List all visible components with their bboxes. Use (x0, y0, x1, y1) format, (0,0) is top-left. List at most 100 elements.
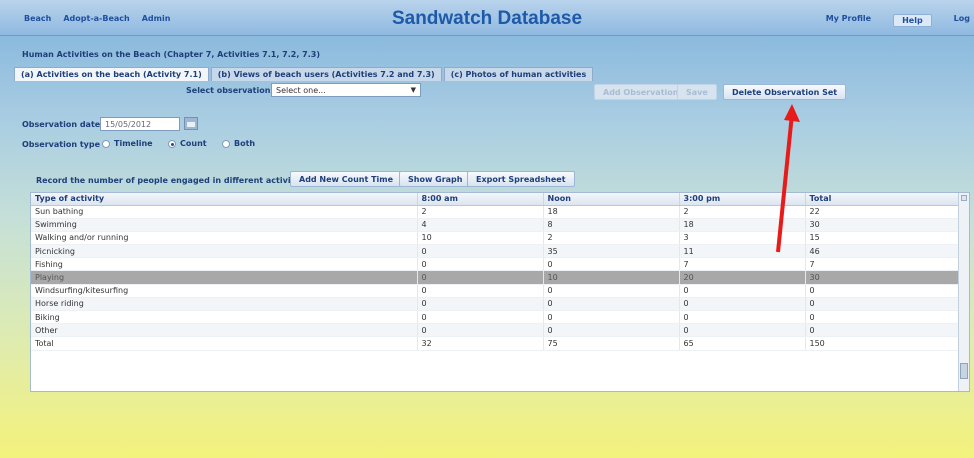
cell-noon[interactable]: 0 (543, 323, 680, 338)
table-row[interactable]: Windsurfing/kitesurfing 0 0 0 0 (31, 284, 960, 298)
radio-dot (222, 139, 230, 148)
tab-photos[interactable]: (c) Photos of human activities (443, 67, 594, 81)
cell-8am[interactable]: 0 (417, 323, 544, 338)
cell-total[interactable]: 0 (805, 310, 960, 325)
cell-8am[interactable]: 0 (417, 257, 544, 272)
cell-8am[interactable]: 0 (417, 310, 544, 325)
calendar-icon[interactable] (184, 117, 198, 130)
cell-total[interactable]: 46 (805, 244, 960, 259)
table-body: Sun bathing 2 18 2 22 Swimming 4 8 18 30 Walking a… (31, 205, 960, 351)
table-row[interactable]: Playing 0 10 20 30 (31, 270, 960, 285)
cell-noon[interactable]: 0 (543, 257, 680, 272)
cell-8am[interactable]: 0 (417, 244, 544, 259)
cell-activity[interactable]: Playing (31, 270, 418, 285)
cell-3pm[interactable]: 0 (679, 310, 806, 325)
col-header-total[interactable]: Total (805, 193, 960, 206)
cell-noon[interactable]: 18 (543, 205, 680, 219)
top-bar: Beach Adopt-a-Beach Admin Sandwatch Data… (0, 0, 974, 36)
table-row[interactable]: Horse riding 0 0 0 0 (31, 297, 960, 312)
cell-8am[interactable]: 0 (417, 297, 544, 312)
table-scrollbar[interactable] (958, 193, 969, 391)
cell-noon[interactable]: 35 (543, 244, 680, 259)
export-spreadsheet-button[interactable]: Export Spreadsheet (467, 171, 575, 187)
cell-8am[interactable]: 0 (417, 284, 544, 298)
cell-activity[interactable]: Walking and/or running (31, 231, 418, 246)
cell-total[interactable]: 22 (805, 205, 960, 219)
save-button[interactable]: Save (677, 84, 717, 100)
radio-dot-selected (168, 139, 176, 148)
cell-noon[interactable]: 0 (543, 284, 680, 298)
scroll-up-icon[interactable] (961, 195, 967, 201)
table-row[interactable]: Biking 0 0 0 0 (31, 310, 960, 325)
select-value: Select one... (276, 86, 326, 95)
cell-noon[interactable]: 10 (543, 270, 680, 285)
table-row[interactable]: Picnicking 0 35 11 46 (31, 244, 960, 259)
cell-activity[interactable]: Biking (31, 310, 418, 325)
cell-total[interactable]: 0 (805, 297, 960, 312)
cell-noon[interactable]: 8 (543, 218, 680, 232)
table-header-row: Type of activity 8:00 am Noon 3:00 pm To… (31, 193, 960, 206)
cell-3pm[interactable]: 0 (679, 297, 806, 312)
cell-3pm[interactable]: 65 (679, 336, 806, 351)
cell-activity[interactable]: Picnicking (31, 244, 418, 259)
cell-noon[interactable]: 0 (543, 297, 680, 312)
cell-activity[interactable]: Sun bathing (31, 205, 418, 219)
cell-8am[interactable]: 4 (417, 218, 544, 232)
help-button[interactable]: Help (893, 14, 932, 27)
cell-total[interactable]: 0 (805, 284, 960, 298)
cell-total[interactable]: 15 (805, 231, 960, 246)
cell-noon[interactable]: 2 (543, 231, 680, 246)
cell-8am[interactable]: 0 (417, 270, 544, 285)
cell-total[interactable]: 30 (805, 270, 960, 285)
cell-noon[interactable]: 0 (543, 310, 680, 325)
table-row[interactable]: Other 0 0 0 0 (31, 323, 960, 338)
tab-activities[interactable]: (a) Activities on the beach (Activity 7.… (14, 67, 209, 81)
cell-total[interactable]: 0 (805, 323, 960, 338)
col-header-activity[interactable]: Type of activity (31, 193, 418, 206)
col-header-noon[interactable]: Noon (543, 193, 680, 206)
delete-observation-set-button[interactable]: Delete Observation Set (723, 84, 847, 100)
show-graph-button[interactable]: Show Graph (399, 171, 472, 187)
add-observation-button[interactable]: Add Observation (594, 84, 688, 100)
table-row[interactable]: Swimming 4 8 18 30 (31, 218, 960, 232)
red-arrow-annotation (776, 104, 800, 253)
radio-both[interactable]: Both (222, 139, 255, 148)
radio-label-both: Both (234, 139, 256, 148)
cell-3pm[interactable]: 0 (679, 284, 806, 298)
section-title: Human Activities on the Beach (Chapter 7… (22, 50, 320, 59)
arrow-head (784, 104, 800, 122)
cell-8am[interactable]: 32 (417, 336, 544, 351)
activity-table-panel: Type of activity 8:00 am Noon 3:00 pm To… (30, 192, 970, 392)
radio-label-timeline: Timeline (114, 139, 153, 148)
col-header-8am[interactable]: 8:00 am (417, 193, 544, 206)
cell-activity[interactable]: Fishing (31, 257, 418, 272)
cell-activity[interactable]: Horse riding (31, 297, 418, 312)
scroll-thumb[interactable] (960, 363, 968, 379)
cell-3pm[interactable]: 0 (679, 323, 806, 338)
cell-8am[interactable]: 2 (417, 205, 544, 219)
table-row[interactable]: Walking and/or running 10 2 3 15 (31, 231, 960, 246)
tab-bar: (a) Activities on the beach (Activity 7.… (14, 67, 594, 81)
table-row[interactable]: Fishing 0 0 7 7 (31, 257, 960, 272)
cell-total[interactable]: 7 (805, 257, 960, 272)
observation-type-label: Observation type (22, 140, 101, 149)
cell-noon[interactable]: 75 (543, 336, 680, 351)
logout-link[interactable]: Log (950, 14, 974, 27)
add-count-time-button[interactable]: Add New Count Time (290, 171, 403, 187)
cell-activity[interactable]: Swimming (31, 218, 418, 232)
radio-timeline[interactable]: Timeline (102, 139, 153, 148)
observation-date-field[interactable]: 15/05/2012 (100, 117, 180, 131)
cell-8am[interactable]: 10 (417, 231, 544, 246)
cell-activity[interactable]: Total (31, 336, 418, 351)
cell-activity[interactable]: Windsurfing/kitesurfing (31, 284, 418, 298)
cell-total[interactable]: 150 (805, 336, 960, 351)
cell-total[interactable]: 30 (805, 218, 960, 232)
tab-views[interactable]: (b) Views of beach users (Activities 7.2… (210, 67, 442, 81)
radio-count[interactable]: Count (168, 139, 207, 148)
table-row[interactable]: Sun bathing 2 18 2 22 (31, 205, 960, 219)
cell-activity[interactable]: Other (31, 323, 418, 338)
table-row[interactable]: Total 32 75 65 150 (31, 336, 960, 351)
observation-date-select[interactable]: Select one... ▼ (271, 83, 421, 97)
my-profile-link[interactable]: My Profile (822, 14, 875, 27)
cell-3pm[interactable]: 20 (679, 270, 806, 285)
